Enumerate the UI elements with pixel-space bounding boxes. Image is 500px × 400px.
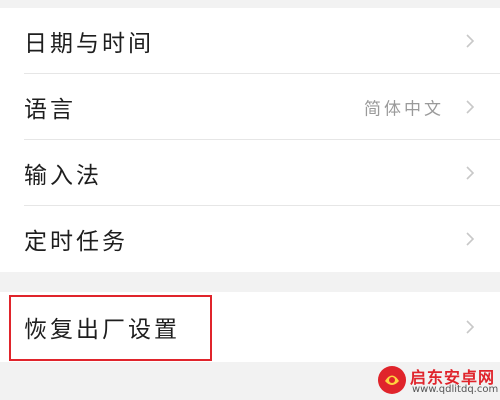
watermark: 启东安卓网 www.qdlitdq.com xyxy=(376,360,500,400)
settings-page: 日期与时间 语言 简体中文 输入法 定时任务 恢复出厂设置 启东安卓网 www.… xyxy=(0,0,500,400)
watermark-logo-icon xyxy=(378,366,406,394)
chevron-right-icon xyxy=(466,34,475,48)
settings-row-label: 语言 xyxy=(24,97,76,123)
watermark-url: www.qdlitdq.com xyxy=(412,384,499,395)
chevron-right-icon xyxy=(466,320,475,334)
settings-row-label: 日期与时间 xyxy=(24,31,154,57)
chevron-right-icon xyxy=(466,232,475,246)
settings-row-language[interactable]: 语言 简体中文 xyxy=(0,74,500,140)
settings-row-value: 简体中文 xyxy=(364,99,444,120)
chevron-right-icon xyxy=(466,166,475,180)
settings-group-general: 日期与时间 语言 简体中文 输入法 定时任务 xyxy=(0,8,500,272)
settings-row-label: 输入法 xyxy=(24,163,102,189)
chevron-right-icon xyxy=(466,100,475,114)
settings-row-label: 定时任务 xyxy=(24,229,128,255)
highlight-annotation xyxy=(9,295,212,361)
settings-row-scheduled-tasks[interactable]: 定时任务 xyxy=(0,206,500,272)
settings-row-input-method[interactable]: 输入法 xyxy=(0,140,500,206)
settings-row-date-time[interactable]: 日期与时间 xyxy=(0,8,500,74)
